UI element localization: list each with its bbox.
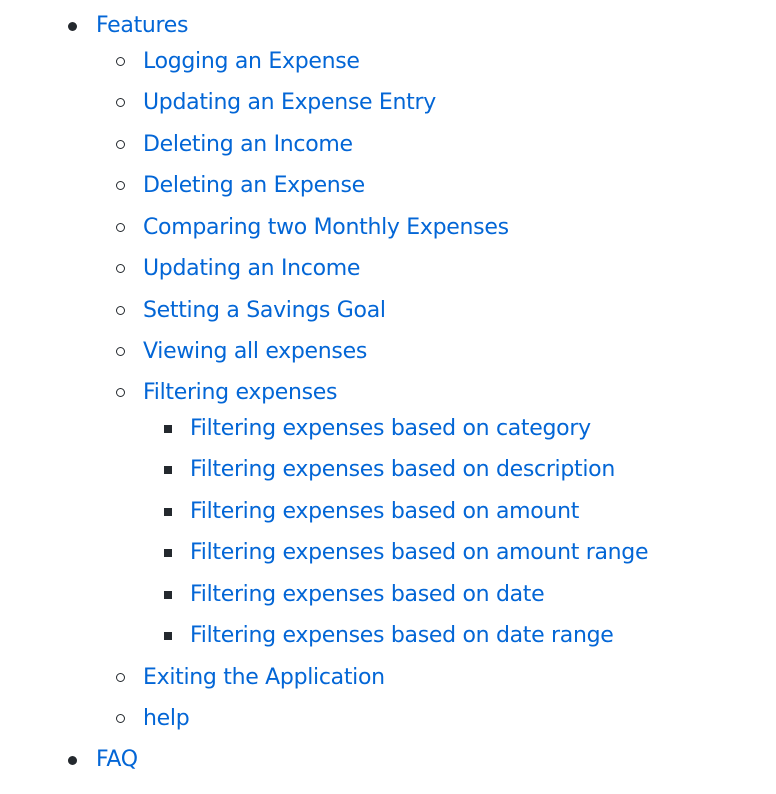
link-deleting-income[interactable]: Deleting an Income	[143, 132, 353, 157]
link-savings-goal[interactable]: Setting a Savings Goal	[143, 298, 386, 323]
circle-bullet-icon	[116, 388, 125, 397]
toc-item-deleting-income: Deleting an Income	[116, 129, 353, 161]
circle-bullet-icon	[116, 714, 125, 723]
toc-item-filter-date: Filtering expenses based on date	[164, 579, 545, 611]
disc-bullet-icon	[68, 756, 77, 765]
toc-item-filter-amount: Filtering expenses based on amount	[164, 496, 579, 528]
circle-bullet-icon	[116, 306, 125, 315]
disc-bullet-icon	[68, 22, 77, 31]
toc-item-updating-income: Updating an Income	[116, 253, 360, 285]
link-comparing-monthly[interactable]: Comparing two Monthly Expenses	[143, 215, 509, 240]
circle-bullet-icon	[116, 181, 125, 190]
toc-item-comparing-monthly: Comparing two Monthly Expenses	[116, 212, 509, 244]
link-features[interactable]: Features	[96, 13, 189, 38]
link-viewing-expenses[interactable]: Viewing all expenses	[143, 339, 367, 364]
toc-item-features: Features	[68, 10, 189, 42]
toc-item-deleting-expense: Deleting an Expense	[116, 170, 365, 202]
link-filter-category[interactable]: Filtering expenses based on category	[190, 416, 591, 441]
square-bullet-icon	[164, 549, 172, 557]
toc-item-savings-goal: Setting a Savings Goal	[116, 295, 386, 327]
link-logging-expense[interactable]: Logging an Expense	[143, 49, 360, 74]
square-bullet-icon	[164, 632, 172, 640]
link-filtering-expenses[interactable]: Filtering expenses	[143, 380, 337, 405]
square-bullet-icon	[164, 591, 172, 599]
toc-item-filtering-expenses: Filtering expenses	[116, 377, 337, 409]
link-faq[interactable]: FAQ	[96, 747, 138, 772]
link-deleting-expense[interactable]: Deleting an Expense	[143, 173, 365, 198]
toc-item-faq: FAQ	[68, 744, 138, 776]
circle-bullet-icon	[116, 223, 125, 232]
link-exiting[interactable]: Exiting the Application	[143, 665, 385, 690]
square-bullet-icon	[164, 425, 172, 433]
link-filter-amount[interactable]: Filtering expenses based on amount	[190, 499, 579, 524]
link-filter-date[interactable]: Filtering expenses based on date	[190, 582, 545, 607]
link-updating-expense-entry[interactable]: Updating an Expense Entry	[143, 90, 436, 115]
circle-bullet-icon	[116, 98, 125, 107]
circle-bullet-icon	[116, 140, 125, 149]
circle-bullet-icon	[116, 264, 125, 273]
link-updating-income[interactable]: Updating an Income	[143, 256, 360, 281]
toc-item-viewing-expenses: Viewing all expenses	[116, 336, 367, 368]
toc-item-logging-expense: Logging an Expense	[116, 46, 360, 78]
link-filter-description[interactable]: Filtering expenses based on description	[190, 457, 615, 482]
circle-bullet-icon	[116, 57, 125, 66]
square-bullet-icon	[164, 508, 172, 516]
toc-item-help: help	[116, 703, 190, 735]
toc-item-updating-expense-entry: Updating an Expense Entry	[116, 87, 436, 119]
circle-bullet-icon	[116, 673, 125, 682]
square-bullet-icon	[164, 466, 172, 474]
toc-item-filter-date-range: Filtering expenses based on date range	[164, 620, 614, 652]
link-filter-date-range[interactable]: Filtering expenses based on date range	[190, 623, 614, 648]
circle-bullet-icon	[116, 347, 125, 356]
toc-item-filter-description: Filtering expenses based on description	[164, 454, 615, 486]
link-help[interactable]: help	[143, 706, 190, 731]
toc-item-exiting: Exiting the Application	[116, 662, 385, 694]
toc-item-filter-amount-range: Filtering expenses based on amount range	[164, 537, 649, 569]
toc-item-filter-category: Filtering expenses based on category	[164, 413, 591, 445]
link-filter-amount-range[interactable]: Filtering expenses based on amount range	[190, 540, 649, 565]
